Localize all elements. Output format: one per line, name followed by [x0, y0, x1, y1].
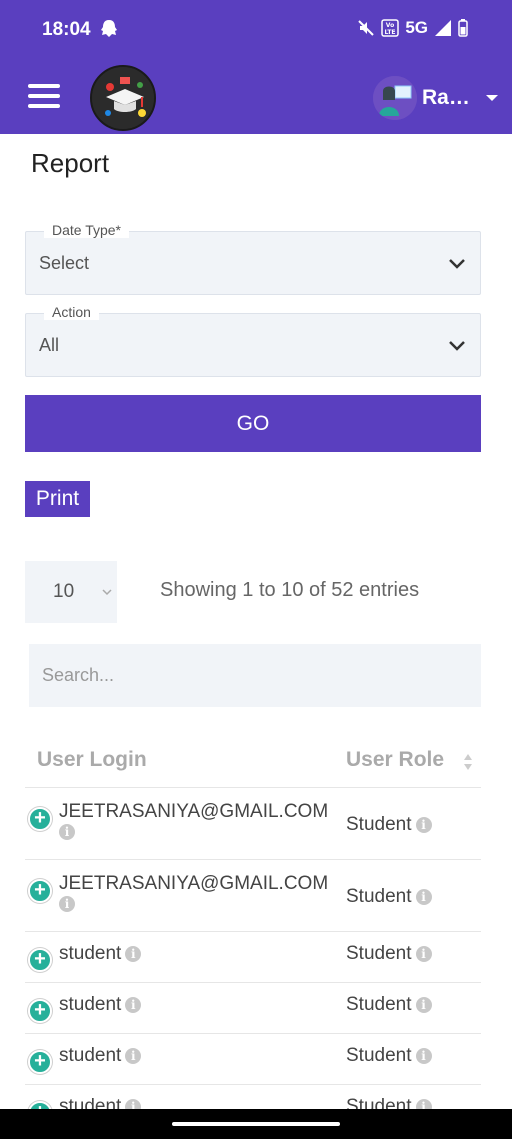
svg-text:Vo: Vo: [386, 22, 394, 29]
user-login-text: student: [59, 943, 122, 964]
table-row: + studenti Studenti: [25, 932, 481, 983]
app-logo: [90, 65, 156, 131]
user-role-text: Student: [346, 886, 412, 907]
expand-row-icon[interactable]: +: [28, 999, 52, 1023]
home-gesture-handle[interactable]: [172, 1122, 340, 1126]
user-role-text: Student: [346, 814, 412, 835]
user-role-cell: Student i: [346, 814, 432, 836]
caret-down-icon: [486, 95, 498, 101]
table-row: + JEETRASANIYA@GMAIL.COM i Student i: [25, 860, 481, 932]
info-icon[interactable]: i: [415, 817, 432, 833]
date-type-label: Date Type*: [44, 222, 130, 238]
user-role-text: Student: [346, 1045, 412, 1066]
date-type-value: Select: [39, 253, 90, 273]
user-login-cell: JEETRASANIYA@GMAIL.COM i: [59, 802, 329, 840]
user-role-cell: Student i: [346, 943, 432, 965]
network-label: 5G: [405, 18, 428, 37]
user-login-cell: student i: [59, 943, 142, 965]
user-login-cell: student i: [59, 994, 142, 1016]
ghost-icon: [101, 20, 117, 37]
action-select[interactable]: Action All: [25, 304, 481, 377]
system-nav-bar: [0, 1109, 512, 1139]
expand-row-icon[interactable]: +: [28, 1050, 52, 1074]
info-icon[interactable]: i: [415, 946, 432, 962]
user-login-text: student: [59, 1045, 122, 1066]
entries-info: Showing 1 to 10 of 52 entries: [160, 579, 420, 601]
report-table: User Login User Role + JEETRASANIYA@GMAI…: [25, 735, 481, 1136]
status-time: 18:04: [42, 19, 91, 40]
page-length-value: 10: [53, 581, 75, 602]
svg-text:LTE: LTE: [385, 29, 396, 36]
user-name: Raq...: [422, 86, 478, 109]
sort-icon[interactable]: [463, 752, 473, 772]
page-length-select[interactable]: 10: [25, 561, 117, 623]
chevron-down-icon: [102, 589, 112, 596]
user-role-text: Student: [346, 994, 412, 1015]
date-type-select[interactable]: Date Type* Select: [25, 222, 481, 295]
page-title: Report: [31, 148, 110, 178]
volte-icon: Vo LTE: [381, 19, 400, 37]
user-menu[interactable]: Raq...: [373, 76, 498, 120]
user-role-text: Student: [346, 943, 412, 964]
info-icon[interactable]: i: [415, 997, 432, 1013]
status-icons: Vo LTE 5G: [357, 18, 468, 38]
avatar: [373, 76, 417, 120]
table-row: + JEETRASANIYA@GMAIL.COM i Student i: [25, 788, 481, 860]
column-header-user-role[interactable]: User Role: [346, 748, 444, 772]
search-input[interactable]: [29, 644, 481, 707]
table-row: + studenti Studenti: [25, 983, 481, 1034]
user-login-text: JEETRASANIYA@GMAIL.COM: [59, 801, 329, 822]
info-icon[interactable]: i: [59, 896, 75, 912]
app-header: Raq...: [0, 62, 512, 134]
user-login-cell: student i: [59, 1045, 142, 1067]
action-value: All: [39, 335, 60, 355]
chevron-down-icon: [449, 341, 465, 351]
user-login-text: student: [59, 994, 122, 1015]
signal-icon: [435, 20, 451, 36]
go-button[interactable]: GO: [25, 395, 481, 452]
battery-icon: [458, 19, 468, 37]
table-row: + studenti Studenti: [25, 1034, 481, 1085]
user-role-cell: Student i: [346, 1045, 432, 1067]
user-login-cell: JEETRASANIYA@GMAIL.COM i: [59, 874, 329, 912]
info-icon[interactable]: i: [125, 1048, 142, 1064]
menu-icon[interactable]: [28, 84, 60, 110]
status-bar: 18:04 Vo LTE 5G: [0, 0, 512, 62]
table-header: User Login User Role: [25, 735, 481, 788]
user-login-text: JEETRASANIYA@GMAIL.COM: [59, 873, 329, 894]
expand-row-icon[interactable]: +: [28, 948, 52, 972]
expand-row-icon[interactable]: +: [28, 807, 52, 831]
print-button[interactable]: Print: [25, 481, 90, 517]
info-icon[interactable]: i: [59, 824, 75, 840]
info-icon[interactable]: i: [125, 997, 142, 1013]
user-role-cell: Student i: [346, 886, 432, 908]
mute-icon: [358, 20, 375, 36]
expand-row-icon[interactable]: +: [28, 879, 52, 903]
info-icon[interactable]: i: [415, 889, 432, 905]
info-icon[interactable]: i: [125, 946, 142, 962]
action-label: Action: [44, 304, 99, 320]
user-role-cell: Student i: [346, 994, 432, 1016]
chevron-down-icon: [449, 259, 465, 269]
column-header-user-login[interactable]: User Login: [37, 748, 147, 772]
info-icon[interactable]: i: [415, 1048, 432, 1064]
